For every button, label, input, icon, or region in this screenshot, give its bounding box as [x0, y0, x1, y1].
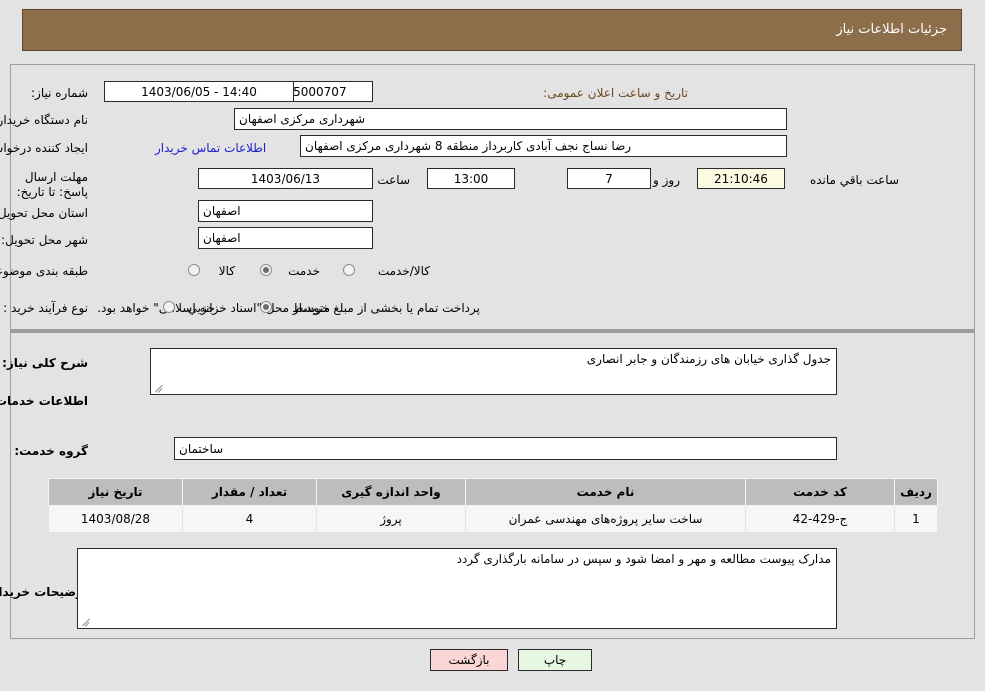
category-radio-kala-khedmat[interactable]	[343, 264, 355, 276]
general-desc-textarea[interactable]: جدول گذاری خیابان های رزمندگان و جابر ان…	[150, 348, 837, 395]
province-value[interactable]: اصفهان	[198, 200, 373, 222]
category-option-kala-label: کالا	[218, 264, 235, 278]
col-need-date: تاریخ نیاز	[48, 478, 183, 506]
public-announce-value[interactable]: 1403/06/05 - 14:40	[104, 81, 294, 102]
city-label: شهر محل تحویل:	[1, 233, 88, 247]
countdown-timer-value: 21:10:46	[697, 168, 785, 189]
deadline-date-value[interactable]: 1403/06/13	[198, 168, 373, 189]
payment-note-text: پرداخت تمام یا بخشی از مبلغ خرید،از محل …	[97, 301, 480, 315]
col-quantity: تعداد / مقدار	[182, 478, 317, 506]
deadline-hour-label: ساعت	[377, 173, 410, 187]
services-table: ردیف کد خدمت نام خدمت واحد اندازه گیری ت…	[48, 478, 938, 533]
category-option-kala-khedmat-label: کالا/خدمت	[377, 264, 430, 278]
remaining-suffix-label: ساعت باقي مانده	[809, 173, 899, 187]
city-value[interactable]: اصفهان	[198, 227, 373, 249]
requester-value[interactable]: رضا نساج نجف آبادی کاربرداز منطقه 8 شهرد…	[300, 135, 787, 157]
cell-quantity: 4	[182, 505, 317, 533]
services-table-head: ردیف کد خدمت نام خدمت واحد اندازه گیری ت…	[48, 478, 938, 506]
cell-row-no: 1	[894, 505, 938, 533]
requester-label: ایجاد کننده درخواست:	[0, 141, 88, 155]
back-button[interactable]: بازگشت	[430, 649, 508, 671]
buyer-contact-link[interactable]: اطلاعات تماس خریدار	[155, 141, 266, 155]
province-label: استان محل تحویل:	[0, 206, 88, 220]
services-info-heading: اطلاعات خدمات مورد نیاز	[0, 394, 88, 408]
resize-grip-icon[interactable]	[154, 382, 164, 392]
buyer-notes-value: مدارک پیوست مطالعه و مهر و امضا شود و سپ…	[456, 552, 831, 566]
deadline-label: مهلت ارسال پاسخ: تا تاریخ:	[16, 170, 88, 199]
col-service-code: کد خدمت	[745, 478, 895, 506]
need-number-label: شماره نیاز:	[31, 86, 88, 100]
page-header: جزئیات اطلاعات نیاز	[22, 9, 962, 51]
resize-grip-icon[interactable]	[81, 616, 91, 626]
print-button[interactable]: چاپ	[518, 649, 592, 671]
buyer-org-label: نام دستگاه خریدار:	[0, 113, 88, 127]
cell-need-date: 1403/08/28	[48, 505, 183, 533]
service-group-value[interactable]: ساختمان	[174, 437, 837, 460]
services-table-body: 1 ج-429-42 ساخت سایر پروژه‌های مهندسی عم…	[48, 505, 938, 533]
table-row[interactable]: 1 ج-429-42 ساخت سایر پروژه‌های مهندسی عم…	[48, 505, 938, 533]
days-remaining-value[interactable]: 7	[567, 168, 651, 189]
process-label: نوع فرآیند خرید :	[3, 301, 88, 315]
public-announce-label: تاریخ و ساعت اعلان عمومی:	[543, 86, 688, 100]
need-summary-panel	[10, 64, 975, 330]
cell-unit: پروژ	[316, 505, 466, 533]
col-service-name: نام خدمت	[465, 478, 746, 506]
deadline-time-value[interactable]: 13:00	[427, 168, 515, 189]
cell-service-name: ساخت سایر پروژه‌های مهندسی عمران	[465, 505, 746, 533]
panel-divider	[10, 330, 975, 332]
page-title: جزئیات اطلاعات نیاز	[836, 22, 947, 37]
cell-service-code: ج-429-42	[745, 505, 895, 533]
table-header-row: ردیف کد خدمت نام خدمت واحد اندازه گیری ت…	[48, 478, 938, 506]
service-group-label: گروه خدمت:	[14, 444, 88, 458]
buyer-notes-label: توضیحات خریدار:	[0, 585, 88, 599]
buyer-org-value[interactable]: شهرداری مرکزی اصفهان	[234, 108, 787, 130]
buyer-notes-textarea[interactable]: مدارک پیوست مطالعه و مهر و امضا شود و سپ…	[77, 548, 837, 629]
process-radio-motavaset[interactable]	[260, 301, 272, 313]
process-radio-jozei[interactable]	[163, 301, 175, 313]
col-unit: واحد اندازه گیری	[316, 478, 466, 506]
category-option-khedmat-label: خدمت	[288, 264, 320, 278]
days-word-label: روز و	[653, 173, 680, 187]
general-desc-value: جدول گذاری خیابان های رزمندگان و جابر ان…	[586, 352, 831, 366]
category-radio-khedmat[interactable]	[260, 264, 272, 276]
category-radio-kala[interactable]	[188, 264, 200, 276]
category-label: طبقه بندی موضوعی:	[0, 264, 88, 278]
col-row-no: ردیف	[894, 478, 938, 506]
general-desc-label: شرح کلی نیاز:	[2, 356, 88, 370]
